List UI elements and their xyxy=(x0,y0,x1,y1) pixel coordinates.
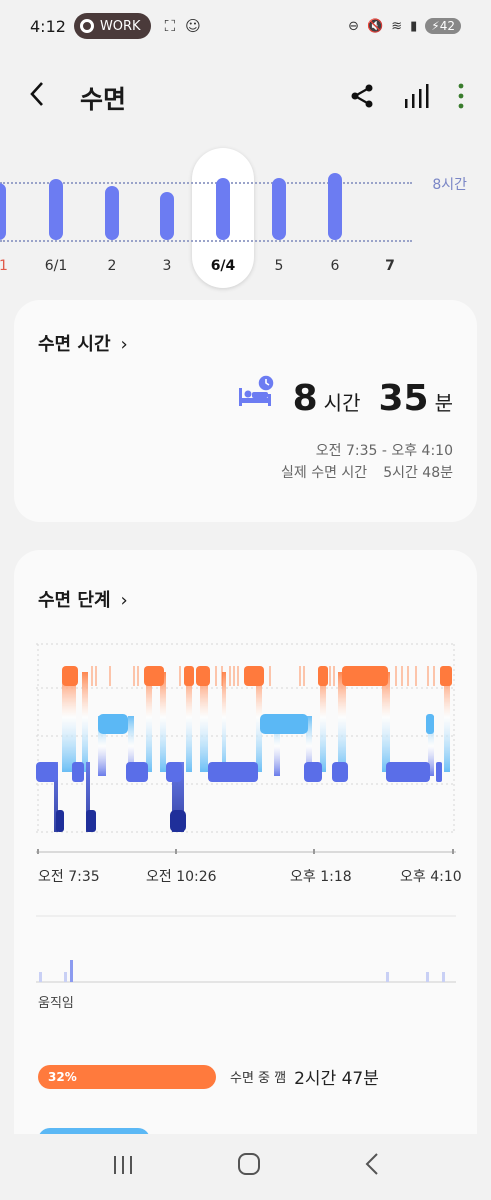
home-button[interactable] xyxy=(237,1152,261,1182)
dnd-icon: ⊖ xyxy=(348,18,360,34)
system-status: ⊖ 🔇 ≋ ▮ ⚡42 xyxy=(348,18,461,34)
sleep-time-title[interactable]: 수면 시간 › xyxy=(38,330,128,356)
axis-label-2: 오전 10:26 xyxy=(146,869,217,885)
work-icon xyxy=(79,19,94,33)
sleep-time-card[interactable]: 수면 시간 › 8 시간 35 분 오전 7:35 - 오후 4:10 실제 수면… xyxy=(14,300,477,522)
week-sleep-chart: 8시간 31 6/1 23 6/4 567 xyxy=(0,140,491,300)
chevron-right-icon: › xyxy=(120,590,128,611)
more-icon xyxy=(458,83,464,109)
battery-icon: ⚡42 xyxy=(425,18,461,34)
axis-label-start: 오전 7:35 xyxy=(38,869,100,885)
back-button[interactable] xyxy=(26,79,66,117)
day-bar[interactable] xyxy=(160,192,174,240)
day-label[interactable]: 2 xyxy=(87,258,137,274)
stage-row-awake: 32% 수면 중 깸 2시간 47분 xyxy=(38,1064,379,1089)
day-bar[interactable] xyxy=(272,178,286,240)
chevron-right-icon: › xyxy=(120,334,128,355)
bed-clock-icon xyxy=(238,374,275,406)
actual-sleep-row: 실제 수면 시간 5시간 48분 xyxy=(281,462,453,482)
goal-label: 8시간 xyxy=(432,177,467,193)
day-label[interactable]: 3 xyxy=(142,258,192,274)
day-bar[interactable] xyxy=(0,182,6,240)
home-icon xyxy=(237,1153,260,1175)
share-button[interactable] xyxy=(349,83,375,113)
nav-back-button[interactable] xyxy=(364,1152,380,1182)
hours-unit: 시간 xyxy=(323,391,361,415)
back-icon xyxy=(365,1153,378,1175)
stats-button[interactable] xyxy=(403,83,429,113)
movement-chart xyxy=(36,915,456,983)
page-title: 수면 xyxy=(80,85,127,114)
signal-icon: ▮ xyxy=(410,18,418,34)
day-label[interactable]: 7 xyxy=(365,258,415,274)
mute-icon: 🔇 xyxy=(367,18,384,34)
share-icon xyxy=(351,84,373,108)
day-label[interactable]: 6 xyxy=(310,258,360,274)
day-bar[interactable] xyxy=(105,185,119,240)
screenshot-icon: ⛶ xyxy=(164,17,176,35)
hours-value: 8 xyxy=(292,378,318,419)
more-button[interactable] xyxy=(457,83,465,113)
system-nav-bar xyxy=(0,1134,491,1200)
total-sleep-time: 8 시간 35 분 xyxy=(237,374,453,419)
day-bar[interactable] xyxy=(49,179,63,240)
sleep-time-title-text: 수면 시간 xyxy=(38,334,111,355)
actual-sleep-value: 5시간 48분 xyxy=(383,465,453,481)
recents-button[interactable] xyxy=(112,1153,134,1181)
day-label[interactable]: 5 xyxy=(254,258,304,274)
face-icon: ☺ xyxy=(185,17,201,35)
stats-icon xyxy=(405,84,429,108)
day-bar[interactable] xyxy=(216,177,230,240)
day-label[interactable]: 6/4 xyxy=(198,258,248,274)
minutes-value: 35 xyxy=(378,378,429,419)
baseline xyxy=(0,240,412,242)
work-profile-badge: WORK xyxy=(73,13,151,39)
notification-icons: ⛶ ☺ xyxy=(165,17,201,35)
hypnogram-chart xyxy=(36,643,456,854)
status-time: 4:12 xyxy=(30,16,66,36)
sleep-stages-card[interactable]: 수면 단계 › 오전 7:35 오전 10:26 오후 1:18 오후 4:10… xyxy=(14,550,477,1134)
axis-label-end: 오후 4:10 xyxy=(400,869,462,885)
app-bar: 수면 xyxy=(0,70,491,126)
movement-label: 움직임 xyxy=(38,996,74,1011)
sleep-time-range: 오전 7:35 - 오후 4:10 xyxy=(315,443,453,459)
status-bar: 4:12 WORK ⛶ ☺ ⊖ 🔇 ≋ ▮ ⚡42 xyxy=(0,0,491,52)
day-label[interactable]: 6/1 xyxy=(31,258,81,274)
stage-bar-awake: 32% xyxy=(38,1064,216,1089)
day-bar[interactable] xyxy=(328,173,342,240)
stage-duration-awake: 2시간 47분 xyxy=(294,1069,379,1089)
actual-sleep-label: 실제 수면 시간 xyxy=(281,465,368,481)
axis-label-3: 오후 1:18 xyxy=(290,869,352,885)
wifi-icon: ≋ xyxy=(391,18,403,34)
recents-icon xyxy=(113,1156,132,1174)
sleep-stages-title-text: 수면 단계 xyxy=(38,590,111,611)
sleep-stages-title[interactable]: 수면 단계 › xyxy=(38,586,128,612)
chevron-left-icon xyxy=(30,82,43,106)
day-label[interactable]: 31 xyxy=(0,258,24,274)
work-label: WORK xyxy=(99,18,141,34)
stage-name-awake: 수면 중 깸 xyxy=(230,1071,287,1086)
minutes-unit: 분 xyxy=(434,391,453,415)
